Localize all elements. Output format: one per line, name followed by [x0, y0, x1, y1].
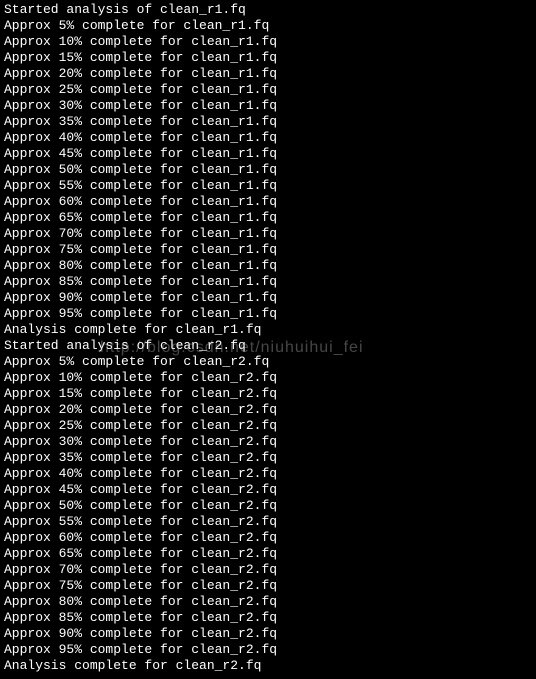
- terminal-line: Analysis complete for clean_r2.fq: [4, 658, 532, 674]
- terminal-line: Approx 25% complete for clean_r2.fq: [4, 418, 532, 434]
- terminal-line: Approx 70% complete for clean_r2.fq: [4, 562, 532, 578]
- terminal-line: Approx 85% complete for clean_r2.fq: [4, 610, 532, 626]
- terminal-output: Started analysis of clean_r1.fqApprox 5%…: [4, 2, 532, 674]
- terminal-line: Approx 85% complete for clean_r1.fq: [4, 274, 532, 290]
- terminal-line: Approx 55% complete for clean_r1.fq: [4, 178, 532, 194]
- terminal-line: Approx 70% complete for clean_r1.fq: [4, 226, 532, 242]
- terminal-line: Approx 80% complete for clean_r2.fq: [4, 594, 532, 610]
- terminal-line: Started analysis of clean_r1.fq: [4, 2, 532, 18]
- terminal-line: Approx 95% complete for clean_r2.fq: [4, 642, 532, 658]
- terminal-line: Approx 30% complete for clean_r1.fq: [4, 98, 532, 114]
- terminal-line: Approx 5% complete for clean_r1.fq: [4, 18, 532, 34]
- terminal-line: Approx 5% complete for clean_r2.fq: [4, 354, 532, 370]
- terminal-line: Approx 90% complete for clean_r1.fq: [4, 290, 532, 306]
- terminal-line: Approx 30% complete for clean_r2.fq: [4, 434, 532, 450]
- terminal-line: Approx 80% complete for clean_r1.fq: [4, 258, 532, 274]
- terminal-line: Approx 50% complete for clean_r1.fq: [4, 162, 532, 178]
- terminal-line: Approx 50% complete for clean_r2.fq: [4, 498, 532, 514]
- terminal-line: Approx 75% complete for clean_r1.fq: [4, 242, 532, 258]
- terminal-line: Approx 35% complete for clean_r2.fq: [4, 450, 532, 466]
- terminal-line: Approx 25% complete for clean_r1.fq: [4, 82, 532, 98]
- terminal-line: Approx 10% complete for clean_r1.fq: [4, 34, 532, 50]
- terminal-line: Approx 10% complete for clean_r2.fq: [4, 370, 532, 386]
- terminal-line: Approx 95% complete for clean_r1.fq: [4, 306, 532, 322]
- terminal-line: Analysis complete for clean_r1.fq: [4, 322, 532, 338]
- terminal-line: Approx 40% complete for clean_r1.fq: [4, 130, 532, 146]
- terminal-line: Approx 15% complete for clean_r1.fq: [4, 50, 532, 66]
- terminal-line: Approx 15% complete for clean_r2.fq: [4, 386, 532, 402]
- terminal-line: Started analysis of clean_r2.fq: [4, 338, 532, 354]
- terminal-line: Approx 35% complete for clean_r1.fq: [4, 114, 532, 130]
- terminal-line: Approx 90% complete for clean_r2.fq: [4, 626, 532, 642]
- terminal-line: Approx 40% complete for clean_r2.fq: [4, 466, 532, 482]
- terminal-line: Approx 60% complete for clean_r1.fq: [4, 194, 532, 210]
- terminal-line: Approx 60% complete for clean_r2.fq: [4, 530, 532, 546]
- terminal-line: Approx 45% complete for clean_r1.fq: [4, 146, 532, 162]
- terminal-line: Approx 20% complete for clean_r1.fq: [4, 66, 532, 82]
- terminal-line: Approx 45% complete for clean_r2.fq: [4, 482, 532, 498]
- terminal-line: Approx 55% complete for clean_r2.fq: [4, 514, 532, 530]
- terminal-line: Approx 20% complete for clean_r2.fq: [4, 402, 532, 418]
- terminal-line: Approx 65% complete for clean_r1.fq: [4, 210, 532, 226]
- terminal-line: Approx 65% complete for clean_r2.fq: [4, 546, 532, 562]
- terminal-line: Approx 75% complete for clean_r2.fq: [4, 578, 532, 594]
